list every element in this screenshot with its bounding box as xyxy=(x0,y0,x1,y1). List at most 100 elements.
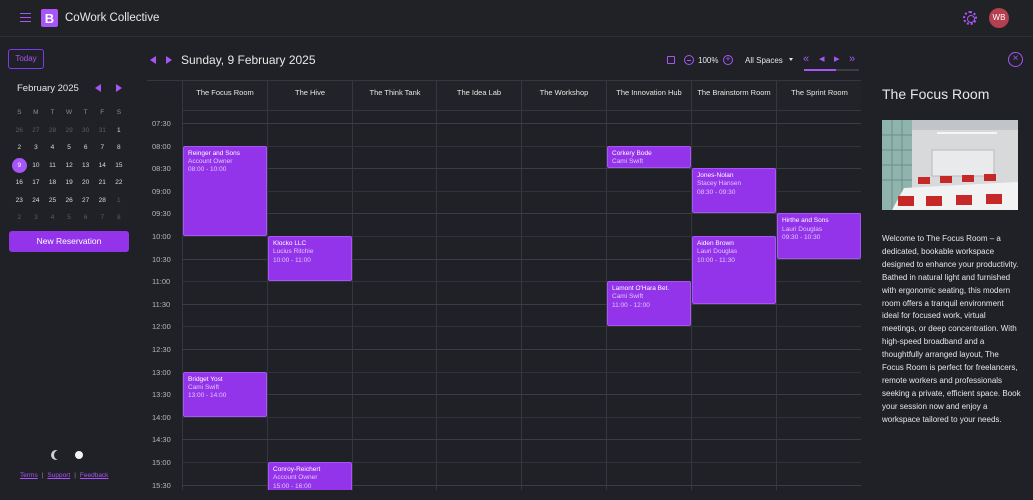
zoom-out-icon[interactable] xyxy=(684,55,694,65)
gear-icon[interactable] xyxy=(963,11,977,25)
close-icon[interactable]: × xyxy=(1008,52,1023,67)
calendar-day[interactable]: 3 xyxy=(28,209,45,227)
next-month-icon[interactable] xyxy=(116,84,122,92)
calendar-day[interactable]: 13 xyxy=(77,157,94,175)
calendar-day[interactable]: 22 xyxy=(111,174,128,192)
reservation-event[interactable]: Hirthe and Sons Lauri Douglas 09:30 - 10:3… xyxy=(777,213,861,259)
calendar-day[interactable]: 19 xyxy=(61,174,78,192)
chevron-down-icon[interactable] xyxy=(789,58,793,61)
room-column-header[interactable]: The Workshop xyxy=(521,81,606,111)
calendar-day[interactable]: 21 xyxy=(94,174,111,192)
calendar-day[interactable]: 27 xyxy=(28,122,45,140)
reservation-event[interactable]: Aiden Brown Lauri Douglas 10:00 - 11:30 xyxy=(692,236,776,304)
new-reservation-button[interactable]: New Reservation xyxy=(9,231,129,252)
reservation-event[interactable]: Lamont O'Hara Bet. Cami Swift 11:00 - 12:0… xyxy=(607,281,691,327)
calendar-day[interactable]: 20 xyxy=(77,174,94,192)
today-button[interactable]: Today xyxy=(8,49,44,69)
room-column-header[interactable]: The Sprint Room xyxy=(776,81,861,111)
feedback-link[interactable]: Feedback xyxy=(80,472,109,479)
weekday-header: SMTWTFS xyxy=(11,104,131,122)
theme-toggle[interactable] xyxy=(53,448,85,462)
avatar[interactable]: WB xyxy=(989,8,1009,28)
time-label: 11:00 xyxy=(152,277,171,287)
calendar-day[interactable]: 9 xyxy=(11,157,28,175)
calendar-day[interactable]: 31 xyxy=(94,122,111,140)
next-day-icon[interactable] xyxy=(166,56,172,64)
calendar-day[interactable]: 5 xyxy=(61,209,78,227)
week-row: 2345678 xyxy=(11,209,131,227)
menu-icon[interactable] xyxy=(20,13,31,22)
previous-page-icon[interactable]: ◂ xyxy=(819,54,825,65)
calendar-day[interactable]: 10 xyxy=(28,157,45,175)
room-column-header[interactable]: The Hive xyxy=(267,81,352,111)
pager-thumb[interactable] xyxy=(804,69,836,71)
top-bar: B CoWork Collective WB xyxy=(0,0,1033,37)
calendar-day[interactable]: 25 xyxy=(44,192,61,210)
app-title: CoWork Collective xyxy=(65,12,160,24)
calendar-day[interactable]: 11 xyxy=(44,157,61,175)
calendar-day[interactable]: 6 xyxy=(77,139,94,157)
calendar-day[interactable]: 4 xyxy=(44,209,61,227)
calendar-day[interactable]: 5 xyxy=(61,139,78,157)
next-page-icon[interactable]: ▸ xyxy=(834,54,840,65)
time-label: 12:00 xyxy=(152,322,171,332)
calendar-day[interactable]: 12 xyxy=(61,157,78,175)
calendar-day[interactable]: 29 xyxy=(61,122,78,140)
reservation-event[interactable]: Jones-Nolan Stacey Hansen 08:30 - 09:30 xyxy=(692,168,776,214)
room-column-header[interactable]: The Innovation Hub xyxy=(606,81,691,111)
calendar-day[interactable]: 4 xyxy=(44,139,61,157)
room-column-header[interactable]: The Brainstorm Room xyxy=(691,81,776,111)
calendar-day[interactable]: 24 xyxy=(28,192,45,210)
terms-link[interactable]: Terms xyxy=(20,472,38,479)
reservation-event[interactable]: Reinger and Sons Account Owner 08:00 - 10:… xyxy=(183,145,267,236)
calendar-day[interactable]: 15 xyxy=(111,157,128,175)
previous-month-icon[interactable] xyxy=(95,84,101,92)
last-page-icon[interactable]: » xyxy=(849,54,855,65)
calendar-day[interactable]: 1 xyxy=(111,122,128,140)
calendar-day[interactable]: 2 xyxy=(11,139,28,157)
zoom-in-icon[interactable] xyxy=(723,54,733,65)
mini-calendar: S M T W T F S 26 27 28 29 30 31 1 2 3 4 5 6 7 8 9 10 11 12 13 14 15… xyxy=(11,104,131,227)
reservation-event[interactable]: Conroy-Reichert Account Owner 15:00 - 16:0… xyxy=(268,462,352,490)
current-date: Sunday, 9 February 2025 xyxy=(181,53,316,67)
calendar-day[interactable]: 26 xyxy=(61,192,78,210)
calendar-day[interactable]: 17 xyxy=(28,174,45,192)
time-label: 13:00 xyxy=(152,367,171,377)
selected-day: 9 xyxy=(11,157,27,173)
calendar-day[interactable]: 28 xyxy=(94,192,111,210)
calendar-day[interactable]: 8 xyxy=(111,139,128,157)
first-page-icon[interactable]: « xyxy=(803,54,809,65)
calendar-day[interactable]: 1 xyxy=(111,192,128,210)
calendar-day[interactable]: 8 xyxy=(111,209,128,227)
time-label: 09:00 xyxy=(152,186,171,196)
room-column-header[interactable]: The Idea Lab xyxy=(436,81,521,111)
calendar-day[interactable]: 16 xyxy=(11,174,28,192)
calendar-day[interactable]: 3 xyxy=(28,139,45,157)
event-time: 11:00 - 12:00 xyxy=(612,301,650,309)
calendar-day[interactable]: 7 xyxy=(94,209,111,227)
event-person: Cami Swift xyxy=(612,157,644,165)
time-label: 11:30 xyxy=(152,299,171,309)
calendar-day[interactable]: 2 xyxy=(11,209,28,227)
calendar-day[interactable]: 6 xyxy=(77,209,94,227)
calendar-day[interactable]: 23 xyxy=(11,192,28,210)
event-title: Jones-Nolan xyxy=(697,172,734,180)
reservation-event[interactable]: Corkery Bode Cami Swift xyxy=(607,145,691,169)
calendar-day[interactable]: 18 xyxy=(44,174,61,192)
spaces-filter-select[interactable]: All Spaces xyxy=(745,56,783,65)
room-column-header[interactable]: The Focus Room xyxy=(182,81,267,111)
event-person: Lauri Douglas xyxy=(782,225,823,233)
reservation-event[interactable]: Klocko LLC Lucius Ritchie 10:00 - 11:00 xyxy=(268,236,352,282)
calendar-day[interactable]: 30 xyxy=(77,122,94,140)
reservation-event[interactable]: Bridget Yost Cami Swift 13:00 - 14:00 xyxy=(183,371,267,417)
calendar-day[interactable]: 28 xyxy=(44,122,61,140)
support-link[interactable]: Support xyxy=(47,472,70,479)
previous-day-icon[interactable] xyxy=(150,56,156,64)
calendar-day[interactable]: 7 xyxy=(94,139,111,157)
weekday-label: S xyxy=(17,109,22,116)
calendar-icon[interactable] xyxy=(667,56,675,64)
calendar-day[interactable]: 14 xyxy=(94,157,111,175)
calendar-day[interactable]: 26 xyxy=(11,122,28,140)
room-column-header[interactable]: The Think Tank xyxy=(352,81,437,111)
calendar-day[interactable]: 27 xyxy=(77,192,94,210)
